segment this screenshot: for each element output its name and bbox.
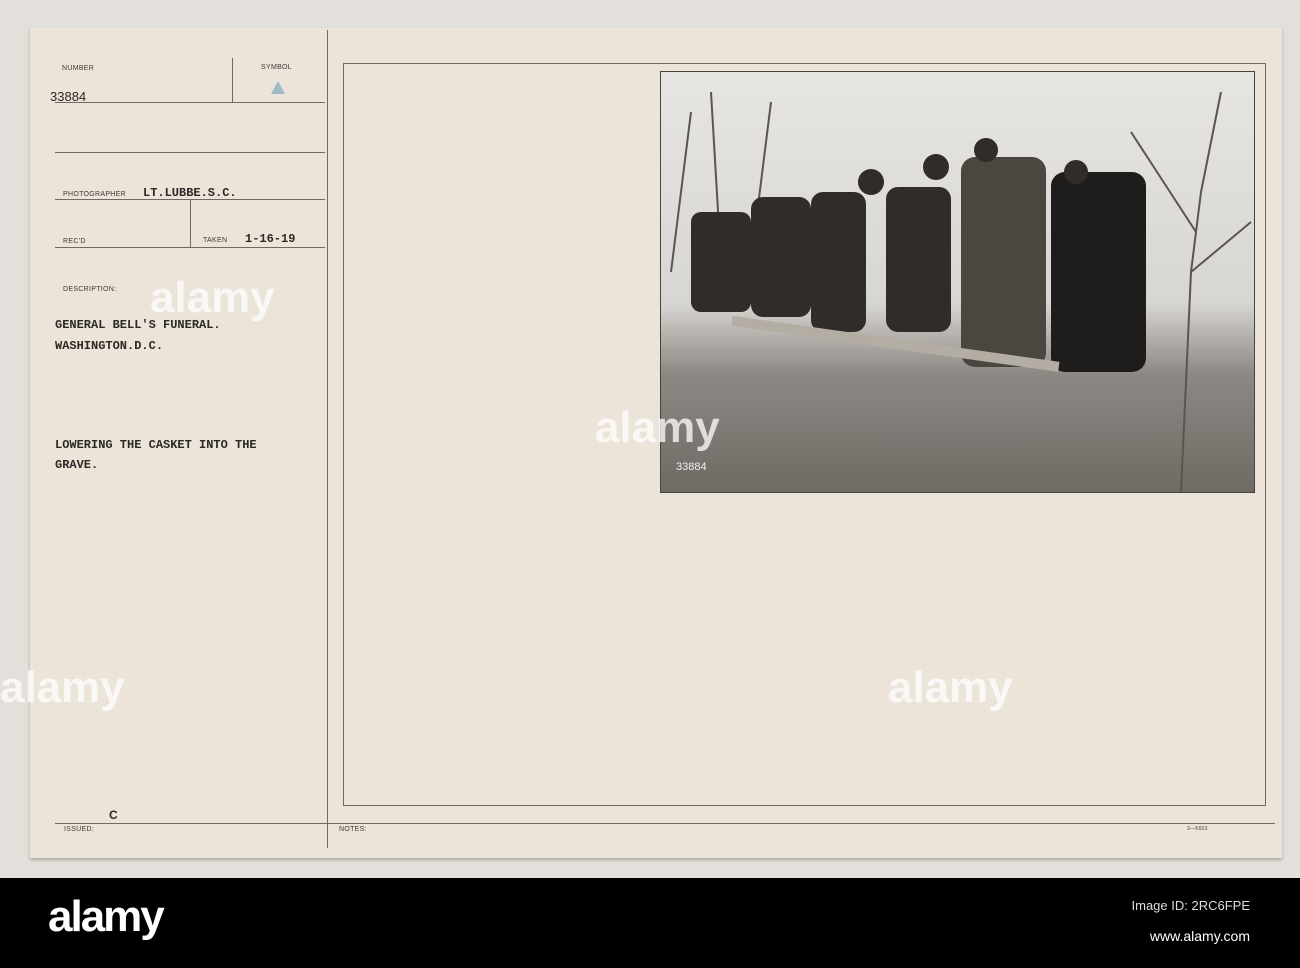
divider <box>55 823 1275 824</box>
funeral-photograph: 33884 <box>660 71 1255 493</box>
soldiers <box>691 138 1146 372</box>
alamy-logo: alamy <box>48 892 165 941</box>
photographer-label: PHOTOGRAPHER <box>63 191 126 198</box>
divider <box>327 30 328 848</box>
divider <box>55 247 325 248</box>
watermark-footer: alamy Image ID: 2RC6FPE www.alamy.com <box>0 878 1300 968</box>
watermark-text: alamy <box>595 403 720 452</box>
divider <box>55 152 325 153</box>
caption-line: LOWERING THE CASKET INTO THE <box>55 438 257 452</box>
photo-scene: 33884 <box>670 91 1252 492</box>
number-value: 33884 <box>50 89 87 104</box>
watermark-text: alamy <box>888 663 1013 712</box>
issued-label: ISSUED: <box>64 826 95 833</box>
alamy-url: www.alamy.com <box>1149 928 1250 944</box>
watermark-text: alamy <box>150 273 275 322</box>
caption-line: GRAVE. <box>55 458 99 472</box>
taken-value: 1-16-19 <box>245 232 296 246</box>
watermark-text: alamy <box>0 663 125 712</box>
recd-label: REC'D <box>63 238 86 245</box>
symbol-stamp-icon <box>271 81 285 94</box>
description-label: DESCRIPTION: <box>63 286 117 293</box>
taken-label: TAKEN <box>203 237 228 244</box>
issued-mark: C <box>109 808 118 822</box>
divider <box>55 102 325 103</box>
divider <box>232 58 233 102</box>
notes-label: NOTES: <box>339 826 367 833</box>
image-id: Image ID: 2RC6FPE <box>1131 898 1251 913</box>
description-line: WASHINGTON.D.C. <box>55 339 164 353</box>
photographer-value: LT.LUBBE.S.C. <box>143 186 237 200</box>
divider <box>190 200 191 247</box>
symbol-label: SYMBOL <box>261 64 292 71</box>
number-label: NUMBER <box>62 65 95 72</box>
form-code: 3—5603 <box>1187 826 1208 832</box>
negative-number: 33884 <box>676 461 707 473</box>
